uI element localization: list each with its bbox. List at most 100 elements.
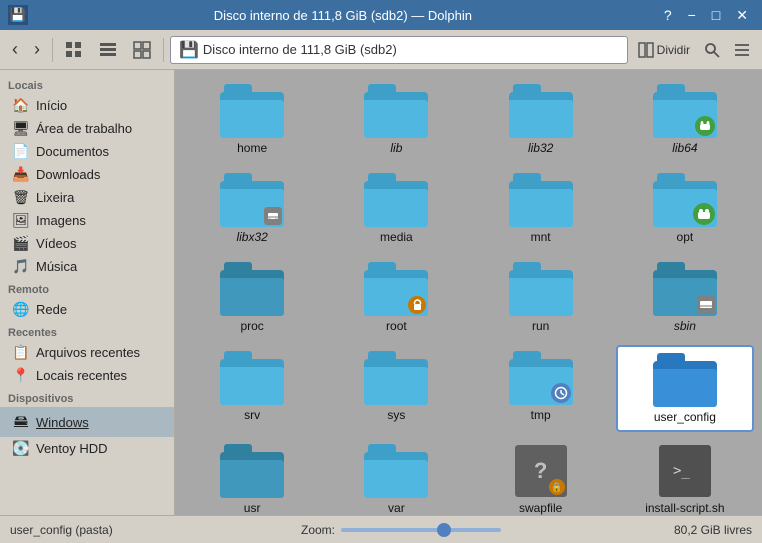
app-icon: 💾 bbox=[8, 5, 28, 25]
file-item-root[interactable]: root bbox=[327, 256, 465, 339]
sidebar-item-downloads[interactable]: 📥 Downloads bbox=[0, 163, 174, 186]
view-icons-button[interactable] bbox=[59, 37, 89, 63]
file-area[interactable]: home lib lib32 bbox=[175, 70, 762, 515]
file-item-install-script[interactable]: >_ install-script.sh bbox=[616, 438, 754, 515]
titlebar: 💾 Disco interno de 111,8 GiB (sdb2) — Do… bbox=[0, 0, 762, 30]
sidebar-item-lixeira[interactable]: 🗑 Lixeira bbox=[0, 186, 174, 209]
folder-icon-media bbox=[364, 173, 428, 227]
clock-badge-tmp bbox=[551, 383, 571, 403]
file-name-proc: proc bbox=[240, 319, 263, 333]
folder-icon-proc bbox=[220, 262, 284, 316]
sidebar-item-documentos[interactable]: 📄 Documentos bbox=[0, 140, 174, 163]
sidebar-recent-files-label: Arquivos recentes bbox=[36, 345, 140, 360]
file-name-var: var bbox=[388, 501, 405, 515]
file-item-opt[interactable]: opt bbox=[616, 167, 754, 250]
file-item-run[interactable]: run bbox=[472, 256, 610, 339]
file-item-lib[interactable]: lib bbox=[327, 78, 465, 161]
file-item-home[interactable]: home bbox=[183, 78, 321, 161]
hdd-icon: 💾 bbox=[179, 40, 199, 60]
sidebar-trash-label: Lixeira bbox=[36, 190, 74, 205]
minimize-button[interactable]: − bbox=[682, 5, 702, 26]
section-label-recentes: Recentes bbox=[0, 321, 174, 341]
file-item-user-config[interactable]: user_config bbox=[616, 345, 754, 432]
sidebar-downloads-label: Downloads bbox=[36, 167, 100, 182]
file-item-swapfile[interactable]: ? 🔒 swapfile bbox=[472, 438, 610, 515]
file-name-swapfile: swapfile bbox=[519, 501, 562, 515]
sidebar-item-imagens[interactable]: 🖼 Imagens bbox=[0, 209, 174, 232]
view-compact-button[interactable] bbox=[127, 37, 157, 63]
sidebar-ventoy-label: Ventoy HDD bbox=[36, 441, 108, 456]
sidebar-item-rede[interactable]: 🌐 Rede bbox=[0, 298, 174, 321]
folder-icon-var bbox=[364, 444, 428, 498]
svg-text:>_: >_ bbox=[673, 463, 690, 479]
sidebar-item-videos[interactable]: 🎬 Vídeos bbox=[0, 232, 174, 255]
toolbar-separator-2 bbox=[163, 38, 164, 62]
folder-icon-srv bbox=[220, 351, 284, 405]
file-item-tmp[interactable]: tmp bbox=[472, 345, 610, 432]
sidebar-item-windows[interactable]: 🖴 Windows bbox=[0, 407, 174, 437]
home-icon: 🏠 bbox=[12, 97, 30, 114]
maximize-button[interactable]: □ bbox=[706, 5, 726, 26]
file-item-usr[interactable]: usr bbox=[183, 438, 321, 515]
folder-icon-opt bbox=[653, 173, 717, 227]
file-item-var[interactable]: var bbox=[327, 438, 465, 515]
folder-icon-lib64 bbox=[653, 84, 717, 138]
location-text: Disco interno de 111,8 GiB (sdb2) bbox=[203, 42, 397, 57]
help-button[interactable]: ? bbox=[658, 5, 678, 26]
hamburger-icon bbox=[734, 42, 750, 58]
sidebar-docs-label: Documentos bbox=[36, 144, 109, 159]
statusbar: user_config (pasta) Zoom: 80,2 GiB livre… bbox=[0, 515, 762, 543]
view-list-button[interactable] bbox=[93, 37, 123, 63]
section-label-locais: Locais bbox=[0, 74, 174, 94]
file-name-sys: sys bbox=[387, 408, 405, 422]
folder-icon-lib bbox=[364, 84, 428, 138]
downloads-icon: 📥 bbox=[12, 166, 30, 183]
file-name-root: root bbox=[386, 319, 407, 333]
network-icon: 🌐 bbox=[12, 301, 30, 318]
question-mark: ? bbox=[534, 458, 547, 484]
forward-button[interactable]: › bbox=[28, 35, 46, 64]
file-name-install-script: install-script.sh bbox=[645, 501, 724, 515]
file-name-sbin: sbin bbox=[674, 319, 696, 333]
menu-button[interactable] bbox=[728, 38, 756, 62]
file-item-lib32[interactable]: lib32 bbox=[472, 78, 610, 161]
split-button[interactable]: Dividir bbox=[632, 38, 696, 62]
sidebar-item-ventoy-hdd[interactable]: 💽 Ventoy HDD bbox=[0, 437, 174, 460]
toolbar-right: Dividir bbox=[632, 38, 756, 62]
folder-icon-sbin bbox=[653, 262, 717, 316]
file-item-lib64[interactable]: lib64 bbox=[616, 78, 754, 161]
sidebar-item-area-de-trabalho[interactable]: 🖥 Área de trabalho bbox=[0, 117, 174, 140]
sidebar-item-musica[interactable]: 🎵 Música bbox=[0, 255, 174, 278]
sidebar-rede-label: Rede bbox=[36, 302, 67, 317]
close-button[interactable]: ✕ bbox=[730, 5, 754, 26]
file-item-sbin[interactable]: sbin bbox=[616, 256, 754, 339]
folder-icon-run bbox=[509, 262, 573, 316]
sidebar-item-locais-recentes[interactable]: 📍 Locais recentes bbox=[0, 364, 174, 387]
zoom-slider[interactable] bbox=[341, 528, 501, 532]
lock-badge-swap: 🔒 bbox=[549, 479, 565, 495]
file-item-srv[interactable]: srv bbox=[183, 345, 321, 432]
file-name-run: run bbox=[532, 319, 549, 333]
file-item-proc[interactable]: proc bbox=[183, 256, 321, 339]
file-item-libx32[interactable]: libx32 bbox=[183, 167, 321, 250]
toolbar: ‹ › 💾 Disco interno de 111,8 GiB (sdb2) … bbox=[0, 30, 762, 70]
file-name-lib64: lib64 bbox=[672, 141, 697, 155]
recent-places-icon: 📍 bbox=[12, 367, 30, 384]
file-item-mnt[interactable]: mnt bbox=[472, 167, 610, 250]
sidebar-item-inicio[interactable]: 🏠 Início bbox=[0, 94, 174, 117]
drive-badge bbox=[264, 207, 282, 225]
file-name-home: home bbox=[237, 141, 267, 155]
location-bar[interactable]: 💾 Disco interno de 111,8 GiB (sdb2) bbox=[170, 36, 628, 64]
desktop-icon: 🖥 bbox=[12, 120, 30, 137]
back-button[interactable]: ‹ bbox=[6, 35, 24, 64]
search-button[interactable] bbox=[698, 38, 726, 62]
sidebar-item-arquivos-recentes[interactable]: 📋 Arquivos recentes bbox=[0, 341, 174, 364]
folder-icon-sys bbox=[364, 351, 428, 405]
file-name-tmp: tmp bbox=[531, 408, 551, 422]
file-item-sys[interactable]: sys bbox=[327, 345, 465, 432]
search-icon bbox=[704, 42, 720, 58]
sidebar-recent-places-label: Locais recentes bbox=[36, 368, 127, 383]
sidebar-desktop-label: Área de trabalho bbox=[36, 121, 132, 136]
file-name-mnt: mnt bbox=[531, 230, 551, 244]
file-item-media[interactable]: media bbox=[327, 167, 465, 250]
